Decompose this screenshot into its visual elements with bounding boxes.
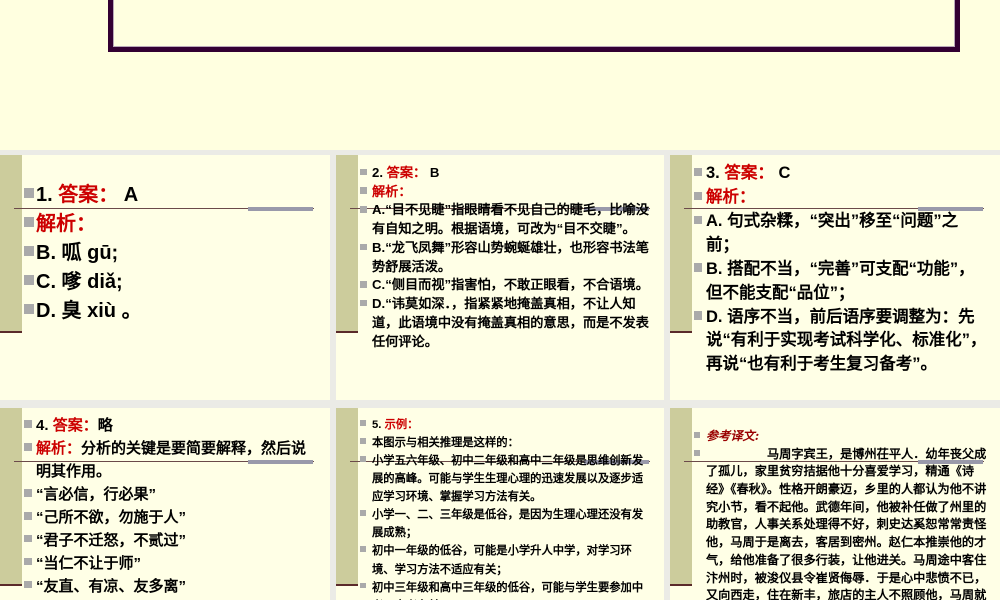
item-text: A.“目不见睫”指眼睛看不见自己的睫毛，比喻没有自知之明。根据语境，可改为“目不… [372, 202, 649, 237]
item-text: 本图示与相关推理是这样的： [372, 437, 519, 450]
item-text: A [118, 184, 139, 206]
item-number: 2. [372, 165, 387, 180]
slide-bullet: “言必信，行必果” [24, 484, 320, 507]
item-text: 略 [97, 417, 113, 434]
slide-bullet: 小学五六年级、初中二年级和高中二年级是思维创新发展的高峰。可能与学生生理心理的迅… [360, 452, 654, 506]
item-text: 初中三年级和高中三年级的低谷，可能与学生要参加中考、高考有关。 [372, 581, 644, 600]
item-text: D. 臭 xiù 。 [36, 300, 142, 322]
item-text: “己所不欲，勿施于人” [36, 508, 187, 526]
item-text: B. 搭配不当，“完善”可支配“功能”，但不能支配“品位”； [706, 259, 975, 302]
item-label: 答案： [52, 417, 98, 434]
item-number: 5. [372, 419, 385, 431]
item-text: C [773, 164, 791, 182]
slide-bullet: 小学一、二、三年级是低谷，是因为生理心理还没有发展成熟； [360, 506, 654, 542]
slide-bullet: 初中三年级和高中三年级的低谷，可能与学生要参加中考、高考有关。 [360, 579, 654, 600]
slide-bullet: 5. 示例： [360, 416, 654, 434]
slide-bullet: C.“侧目而视”指害怕，不敢正眼看，不合语境。 [360, 276, 654, 295]
slide-side-stripe [0, 408, 22, 586]
slide-bullet: D. 语序不当，前后语序要调整为：先说“有利于实现考试科学化、标准化”，再说“也… [694, 306, 990, 378]
slide-bullet: D.“讳莫如深．，指紧紧地掩盖真相，不让人知道，此语境中没有掩盖真相的意思，而是… [360, 295, 654, 351]
slide-bullet: 解析： [24, 210, 320, 239]
item-text: D.“讳莫如深．，指紧紧地掩盖真相，不让人知道，此语境中没有掩盖真相的意思，而是… [372, 296, 649, 349]
slide-bullet: A. 句式杂糅，“突出”移至“问题”之前； [694, 210, 990, 258]
item-text: 小学一、二、三年级是低谷，是因为生理心理还没有发展成熟； [372, 509, 644, 540]
slide-thumbnail-4[interactable]: 4. 答案：略 解析：分析的关键是要简要解释，然后说明其作用。 “言必信，行必果” “… [0, 408, 330, 600]
slide-bullet: 2. 答案： B [360, 164, 654, 183]
item-label: 解析： [36, 439, 82, 457]
slide-bullet: B. 呱 gū; [24, 239, 320, 268]
slide-content: 2. 答案： B 解析： A.“目不见睫”指眼睛看不见自己的睫毛，比喻没有自知之明。… [360, 164, 654, 351]
slide-side-stripe [0, 155, 22, 333]
item-text: 小学五六年级、初中二年级和高中二年级是思维创新发展的高峰。可能与学生生理心理的迅… [372, 455, 644, 504]
item-label: 答案： [724, 164, 774, 182]
slide-thumbnail-1[interactable]: 1. 答案： A 解析： B. 呱 gū; C. 嗲 diǎ; D. 臭 xiù 。 [0, 155, 330, 400]
item-text: B.“龙飞凤舞”形容山势蜿蜒雄壮，也形容书法笔势舒展活泼。 [372, 239, 649, 274]
slide-bullet: 4. 答案：略 [24, 415, 320, 438]
slide-content: 参考译文: 马周字宾王，是博州茌平人．幼年丧父成了孤儿，家里贫穷拮据他十分喜爱学习… [694, 428, 990, 600]
slide-thumbnail-3[interactable]: 3. 答案： C 解析： A. 句式杂糅，“突出”移至“问题”之前； B. 搭配不当，… [670, 155, 1000, 400]
item-text: “友直、有凉、友多离” [36, 577, 187, 595]
slide-bullet: 初中一年级的低谷，可能是小学升人中学，对学习环境、学习方法不适应有关； [360, 542, 654, 578]
slide-bullet: B. 搭配不当，“完善”可支配“功能”，但不能支配“品位”； [694, 258, 990, 306]
slide-side-stripe [336, 155, 358, 333]
slide-body: 马周字宾王，是博州茌平人．幼年丧父成了孤儿，家里贫穷拮据他十分喜爱学习，精通《诗… [694, 446, 990, 600]
item-number: 4. [36, 417, 53, 434]
slide-bullet: C. 嗲 diǎ; [24, 268, 320, 297]
slide-bullet: 3. 答案： C [694, 162, 990, 186]
slide-bullet: 解析： [360, 183, 654, 202]
slide-content: 1. 答案： A 解析： B. 呱 gū; C. 嗲 diǎ; D. 臭 xiù 。 [24, 181, 320, 326]
slide-bullet: A.“目不见睫”指眼睛看不见自己的睫毛，比喻没有自知之明。根据语境，可改为“目不… [360, 201, 654, 238]
slide-bullet: 解析：分析的关键是要简要解释，然后说明其作用。 [24, 438, 320, 484]
item-label: 解析： [36, 213, 96, 235]
slide-thumbnail-6[interactable]: 参考译文: 马周字宾王，是博州茌平人．幼年丧父成了孤儿，家里贫穷拮据他十分喜爱学习… [670, 408, 1000, 600]
slide-content: 3. 答案： C 解析： A. 句式杂糅，“突出”移至“问题”之前； B. 搭配不当，… [694, 162, 990, 377]
item-text: “言必信，行必果” [36, 485, 157, 503]
item-label: 解析： [372, 183, 412, 199]
slide-bullet: “当仁不让于师” [24, 553, 320, 576]
slide-side-stripe [670, 155, 692, 333]
item-text: C. 嗲 diǎ; [36, 271, 123, 293]
slide-bullet: 本图示与相关推理是这样的： [360, 434, 654, 452]
slide-side-stripe [336, 408, 358, 586]
slide-bullet: “友直、有凉、友多离” [24, 576, 320, 599]
slide-bullet: “己所不欲，勿施于人” [24, 507, 320, 530]
item-number: 1. [36, 184, 59, 206]
slide-thumbnail-2[interactable]: 2. 答案： B 解析： A.“目不见睫”指眼睛看不见自己的睫毛，比喻没有自知之明。… [336, 155, 664, 400]
item-text: D. 语序不当，前后语序要调整为：先说“有利于实现考试科学化、标准化”，再说“也… [706, 307, 987, 374]
item-text: C.“侧目而视”指害怕，不敢正眼看，不合语境。 [372, 277, 649, 293]
item-text: 初中一年级的低谷，可能是小学升人中学，对学习环境、学习方法不适应有关； [372, 545, 632, 576]
item-text: B. 呱 gū; [36, 242, 119, 264]
top-slide-area [0, 0, 1000, 150]
slide-bullet: D. 臭 xiù 。 [24, 297, 320, 326]
slide-thumbnail-5[interactable]: 5. 示例： 本图示与相关推理是这样的： 小学五六年级、初中二年级和高中二年级是思维… [336, 408, 664, 600]
slide-bullet: 1. 答案： A [24, 181, 320, 210]
item-number: 3. [706, 164, 725, 182]
item-label: 示例： [384, 419, 419, 431]
slide-bullet: B.“龙飞凤舞”形容山势蜿蜒雄壮，也形容书法笔势舒展活泼。 [360, 239, 654, 276]
slide-bullet: “君子不迁怒，不贰过” [24, 530, 320, 553]
slide-content: 4. 答案：略 解析：分析的关键是要简要解释，然后说明其作用。 “言必信，行必果” “… [24, 415, 320, 600]
item-text: “君子不迁怒，不贰过” [36, 531, 187, 549]
slide-thumbnail-previous[interactable] [108, 0, 960, 52]
item-text: A. 句式杂糅，“突出”移至“问题”之前； [706, 211, 959, 254]
item-text: B [426, 165, 440, 180]
slide-heading: 参考译文: [694, 428, 990, 446]
slide-content: 5. 示例： 本图示与相关推理是这样的： 小学五六年级、初中二年级和高中二年级是思维… [360, 416, 654, 600]
item-text: “当仁不让于师” [36, 554, 142, 572]
slide-side-stripe [670, 408, 692, 586]
item-label: 答案： [386, 165, 427, 180]
slide-bullet: 解析： [694, 186, 990, 210]
item-label: 解析： [706, 187, 756, 206]
item-label: 答案： [58, 184, 119, 206]
